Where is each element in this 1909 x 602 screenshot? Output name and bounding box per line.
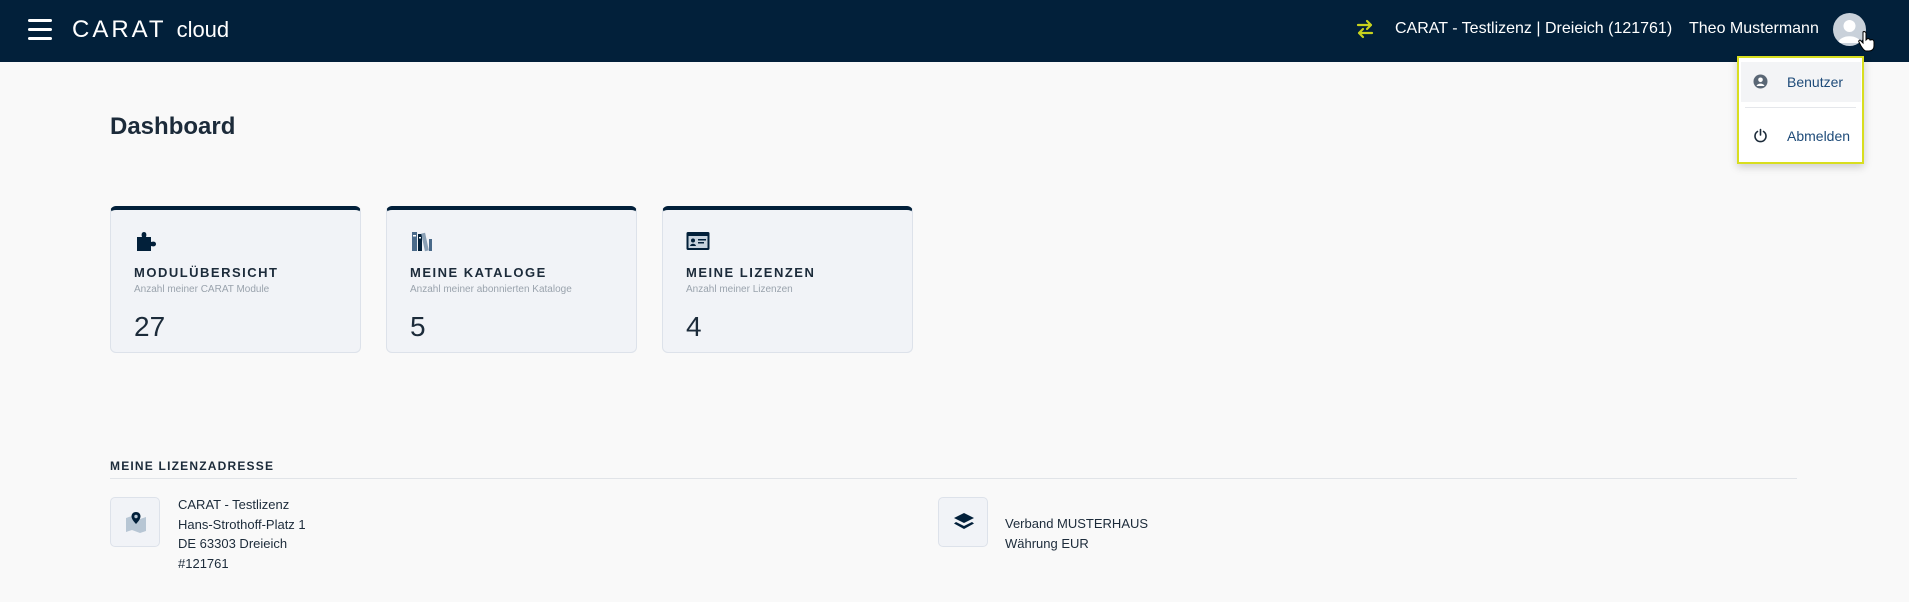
card-title: MEINE LIZENZEN	[686, 265, 816, 280]
user-circle-icon	[1753, 74, 1768, 89]
association-info: Verband MUSTERHAUS Währung EUR	[1005, 514, 1148, 553]
user-name[interactable]: Theo Mustermann	[1689, 20, 1819, 38]
card-modules[interactable]: MODULÜBERSICHT Anzahl meiner CARAT Modul…	[110, 206, 361, 353]
card-title: MODULÜBERSICHT	[134, 265, 279, 280]
menu-item-abmelden[interactable]: Abmelden	[1741, 116, 1861, 156]
card-licenses[interactable]: MEINE LIZENZEN Anzahl meiner Lizenzen 4	[662, 206, 913, 353]
card-catalogs[interactable]: MEINE KATALOGE Anzahl meiner abonnierten…	[386, 206, 637, 353]
menu-divider	[1745, 107, 1856, 108]
association-line: Verband MUSTERHAUS	[1005, 516, 1149, 531]
currency-line: Währung EUR	[1005, 535, 1089, 551]
logo-text: CARAT	[72, 16, 167, 43]
user-dropdown-menu: Benutzer Abmelden	[1737, 56, 1864, 164]
menu-item-label: Abmelden	[1787, 128, 1851, 144]
license-address: CARAT - Testlizenz Hans-Strothoff-Platz …	[178, 495, 306, 573]
card-value: 4	[686, 311, 702, 342]
address-line: #121761	[178, 555, 229, 571]
page-title: Dashboard	[110, 113, 236, 140]
menu-item-benutzer[interactable]: Benutzer	[1741, 62, 1861, 102]
power-icon	[1754, 128, 1767, 143]
association-icon-box	[938, 497, 988, 547]
top-bar: CARAT cloud CARAT - Testlizenz | Dreieich…	[0, 0, 1909, 62]
card-subtitle: Anzahl meiner CARAT Module	[134, 284, 270, 295]
address-icon-box	[110, 497, 160, 547]
section-divider	[110, 478, 1797, 479]
address-line: Hans-Strothoff-Platz 1	[178, 516, 306, 532]
card-subtitle: Anzahl meiner Lizenzen	[686, 284, 793, 295]
card-subtitle: Anzahl meiner abonnierten Kataloge	[410, 284, 572, 295]
address-line: DE 63303 Dreieich	[178, 536, 288, 551]
id-card-icon	[686, 232, 710, 250]
card-value: 27	[134, 311, 166, 342]
menu-icon[interactable]	[28, 19, 52, 41]
address-line: CARAT - Testlizenz	[178, 497, 290, 512]
logo-suffix: cloud	[176, 17, 230, 42]
card-value: 5	[410, 311, 426, 342]
section-title: MEINE LIZENZADRESSE	[110, 459, 275, 473]
card-title: MEINE KATALOGE	[410, 265, 547, 280]
layers-icon	[954, 513, 974, 529]
hand-cursor-icon	[1858, 31, 1875, 52]
books-icon	[412, 232, 432, 252]
logo[interactable]: CARAT cloud	[72, 16, 229, 44]
menu-item-label: Benutzer	[1787, 74, 1844, 90]
puzzle-icon	[137, 232, 156, 251]
map-pin-icon	[126, 512, 146, 533]
license-switcher[interactable]: CARAT - Testlizenz | Dreieich (121761)	[1395, 20, 1672, 38]
swap-icon[interactable]	[1356, 18, 1374, 40]
